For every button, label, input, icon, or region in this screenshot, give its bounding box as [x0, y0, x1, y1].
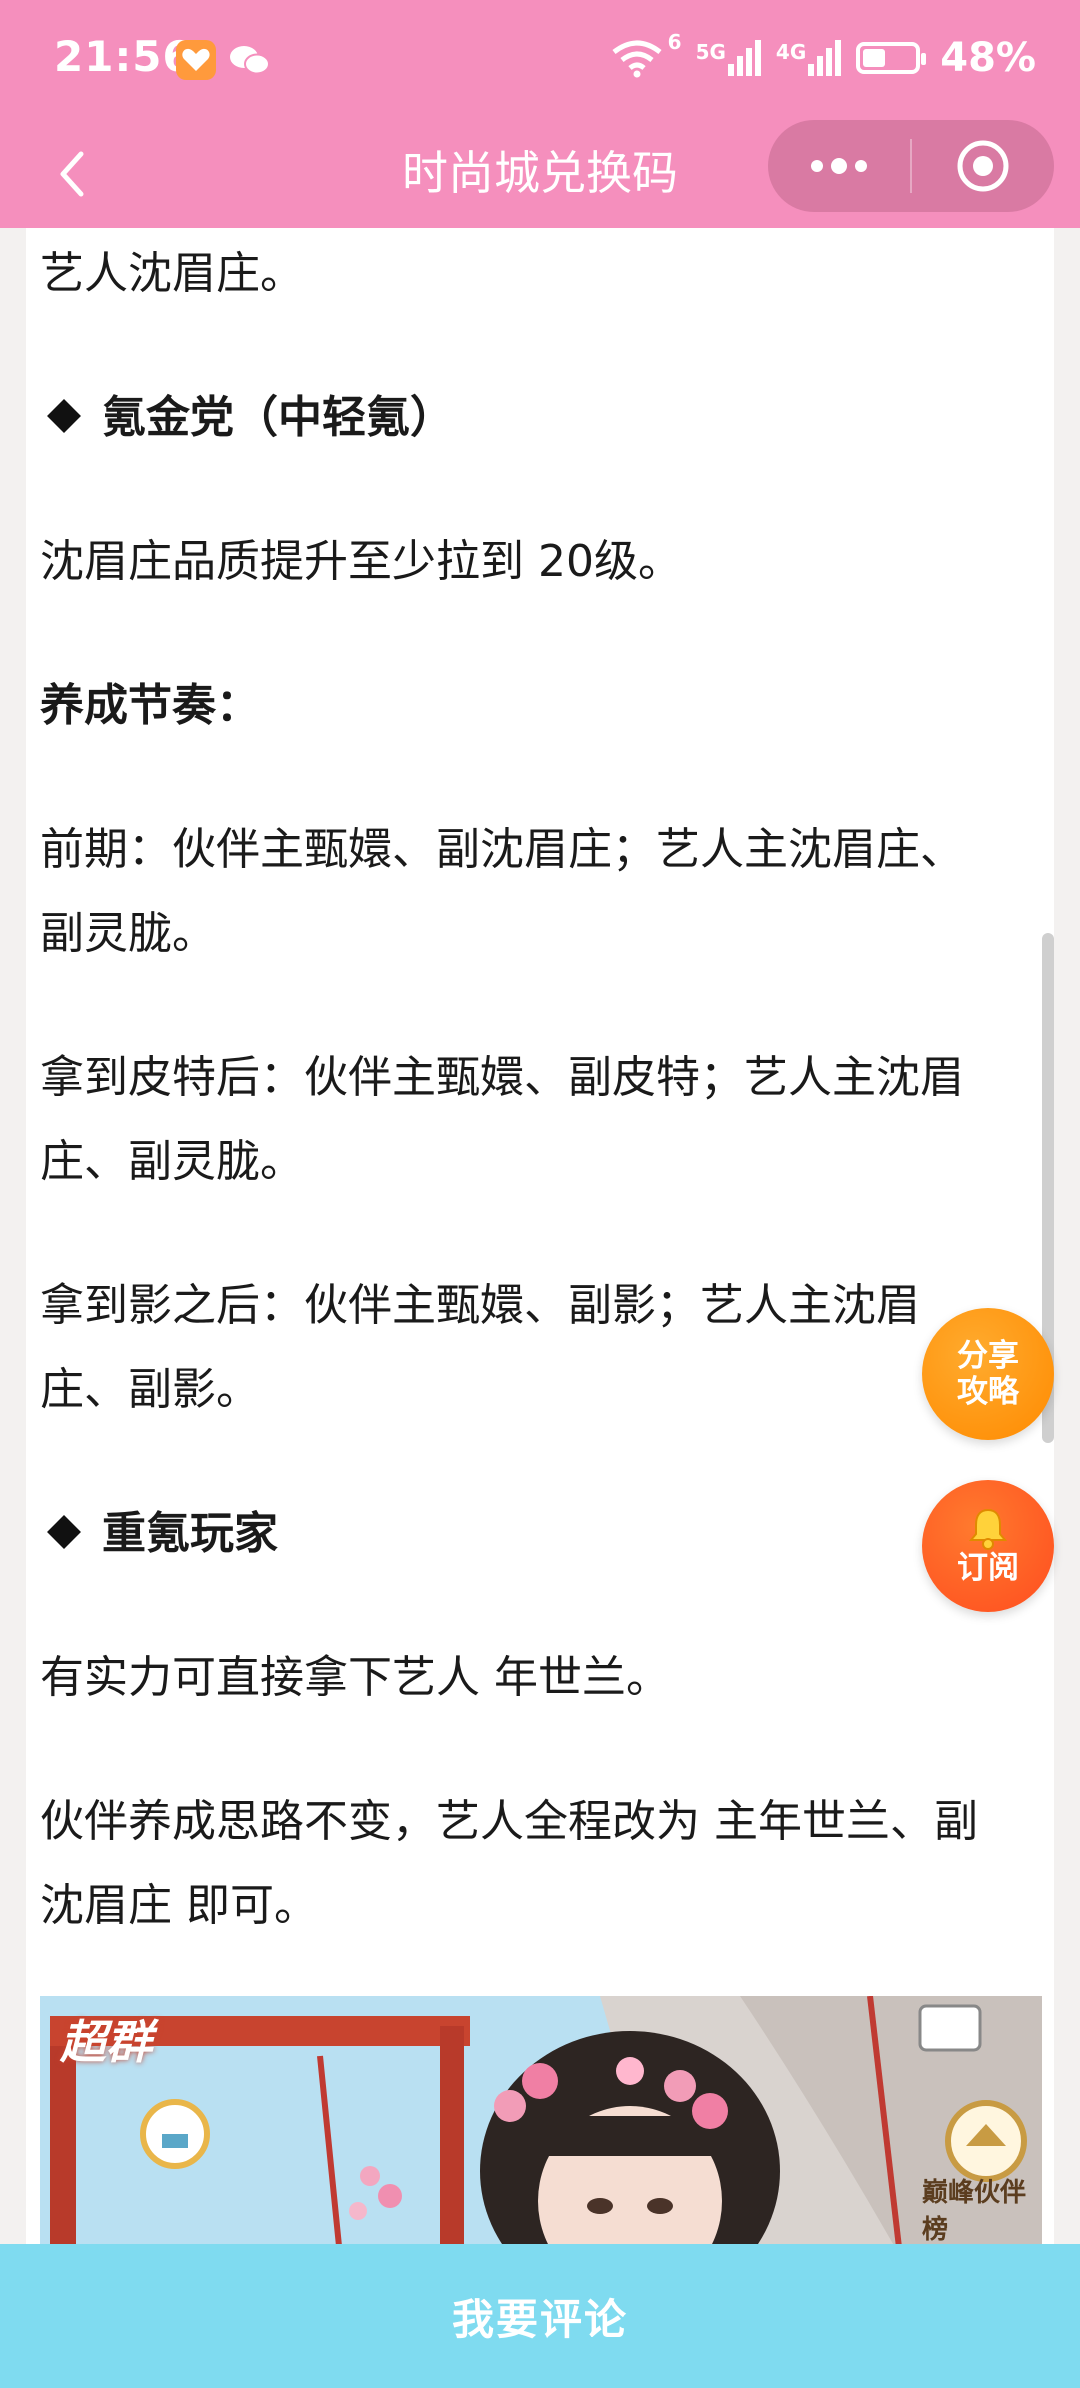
- wechat-icon: [228, 40, 270, 80]
- article-content[interactable]: 艺人沈眉庄。 氪金党（中轻氪） 沈眉庄品质提升至少拉到 20级。 养成节奏： 前…: [26, 228, 1054, 2244]
- article-image[interactable]: 超群 巅峰伙伴榜: [40, 1996, 1042, 2244]
- section-heading-text: 重氪玩家: [102, 1508, 278, 1559]
- status-indicators: 6 5G 4G 48%: [610, 30, 1036, 86]
- battery-icon: [856, 42, 927, 74]
- bell-icon: [968, 1508, 1008, 1550]
- more-dots-icon: [811, 158, 867, 174]
- network-5g-label: 5G: [695, 40, 726, 64]
- share-guide-button[interactable]: 分享 攻略: [922, 1308, 1054, 1440]
- paragraph: 艺人沈眉庄。: [40, 248, 304, 299]
- status-bar: 21:56 6 5G 4G 48%: [0, 0, 1080, 120]
- signal-icon: [808, 40, 842, 76]
- paragraph: 拿到影之后：伙伴主甄嬛、副影；艺人主沈眉庄、副影。: [40, 1280, 920, 1415]
- network-4g-label: 4G: [775, 40, 807, 64]
- more-button[interactable]: [768, 120, 910, 212]
- battery-percent: 48%: [940, 35, 1036, 81]
- badge-left: 超群: [60, 2015, 152, 2069]
- paragraph: 伙伴养成思路不变，艺人全程改为 主年世兰、副沈眉庄 即可。: [40, 1796, 978, 1931]
- signal-5g: 5G: [696, 40, 762, 76]
- paragraph: 沈眉庄品质提升至少拉到 20级。: [40, 536, 682, 587]
- navigation-bar: 时尚城兑换码: [0, 120, 1080, 228]
- paragraph: 有实力可直接拿下艺人 年世兰。: [40, 1652, 670, 1703]
- wifi-icon: [612, 40, 662, 78]
- share-label-1: 分享: [957, 1338, 1019, 1374]
- subscribe-label: 订阅: [957, 1550, 1019, 1586]
- clock: 21:56: [54, 32, 193, 81]
- diamond-bullet-icon: [47, 1515, 81, 1549]
- top-bar: 21:56 6 5G 4G 48% 时尚城兑换码: [0, 0, 1080, 228]
- section-heading: 氪金党（中轻氪）: [40, 376, 1030, 460]
- paragraph: 拿到皮特后：伙伴主甄嬛、副皮特；艺人主沈眉庄、副灵胧。: [40, 1052, 964, 1187]
- diamond-bullet-icon: [47, 399, 81, 433]
- close-miniprogram-button[interactable]: [912, 120, 1054, 212]
- notification-app-icon: [176, 40, 216, 80]
- subheading: 养成节奏：: [40, 680, 260, 731]
- wifi-label: 6: [667, 30, 682, 54]
- game-artwork: [40, 1996, 1042, 2244]
- section-heading-text: 氪金党（中轻氪）: [102, 392, 454, 443]
- share-label-2: 攻略: [957, 1374, 1019, 1410]
- comment-bar[interactable]: 我要评论: [0, 2244, 1080, 2388]
- badge-right: 巅峰伙伴榜: [922, 2178, 1027, 2244]
- signal-4g: 4G: [776, 40, 842, 76]
- signal-icon: [727, 40, 761, 76]
- subscribe-button[interactable]: 订阅: [922, 1480, 1054, 1612]
- paragraph: 前期：伙伴主甄嬛、副沈眉庄；艺人主沈眉庄、副灵胧。: [40, 824, 964, 959]
- target-icon: [957, 140, 1009, 192]
- comment-button-label: 我要评论: [451, 2294, 628, 2344]
- miniprogram-capsule: [768, 120, 1054, 212]
- section-heading: 重氪玩家: [40, 1492, 1030, 1576]
